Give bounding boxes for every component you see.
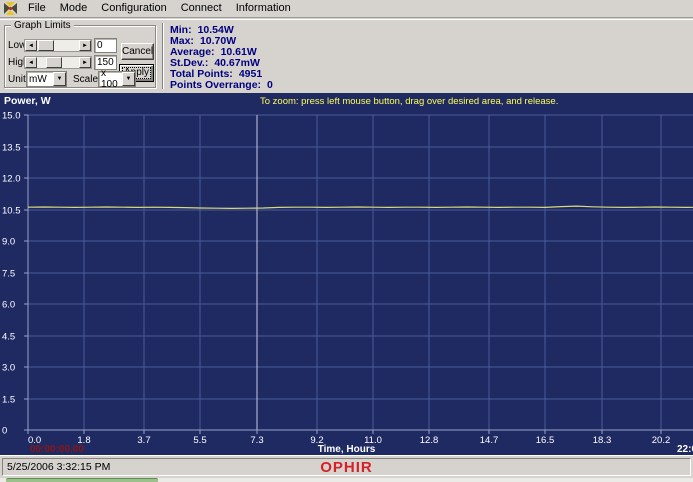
units-value: mW [27,74,53,85]
y-tick-label: 7.5 [2,269,15,280]
high-scroll-track[interactable] [37,57,79,68]
y-tick-label: 0 [2,426,7,437]
time-axis-row: 00:00:00.00 Time, Hours 22:0 [0,444,693,455]
scale-dropdown-arrow-icon[interactable]: ▼ [122,72,135,86]
menu-file[interactable]: File [21,0,53,17]
app-icon [4,2,17,15]
y-tick-label: 6.0 [2,300,15,311]
menu-configuration[interactable]: Configuration [94,0,173,17]
scale-value: x 100 [99,68,122,90]
high-scroll-thumb[interactable] [46,57,62,68]
application-window: File Mode Configuration Connect Informat… [0,0,693,482]
menu-mode[interactable]: Mode [53,0,95,17]
graph-limits-groupbox: Graph Limits Low ◄ ► 0 Cancel High ◄ ► 1… [4,25,156,88]
control-panel: Graph Limits Low ◄ ► 0 Cancel High ◄ ► 1… [0,19,693,93]
menu-information[interactable]: Information [229,0,298,17]
taskbar-window-button-edge [6,478,158,482]
end-time-label: 22:0 [677,444,693,455]
chart-x-axis-title: Time, Hours [0,444,693,455]
ophir-logo: OPHIR [3,459,690,476]
measurement-stats: Min:10.54W Max:10.70W Average:10.61W St.… [170,25,273,91]
y-tick-label: 12.0 [2,174,21,185]
cancel-button[interactable]: Cancel [121,43,154,60]
y-tick-label: 13.5 [2,143,21,154]
graph-limits-title: Graph Limits [11,20,74,31]
low-scroll-track[interactable] [37,40,79,51]
low-scrollbar[interactable]: ◄ ► [24,39,92,52]
y-tick-label: 3.0 [2,363,15,374]
y-tick-label: 15.0 [2,111,21,122]
menu-bar: File Mode Configuration Connect Informat… [0,0,693,18]
y-tick-label: 10.5 [2,206,21,217]
cancel-button-label: Cancel [122,46,153,57]
scale-dropdown[interactable]: x 100 ▼ [98,71,136,87]
low-scroll-thumb[interactable] [38,40,54,51]
power-data-line [28,206,693,208]
high-scroll-left-arrow-icon[interactable]: ◄ [25,57,37,68]
status-panel: 5/25/2006 3:32:15 PM OPHIR [2,458,691,476]
status-bar: 5/25/2006 3:32:15 PM OPHIR [0,455,693,477]
panel-separator [162,23,164,89]
low-scroll-left-arrow-icon[interactable]: ◄ [25,40,37,51]
menu-connect[interactable]: Connect [174,0,229,17]
high-scrollbar[interactable]: ◄ ► [24,56,92,69]
low-scroll-right-arrow-icon[interactable]: ► [79,40,91,51]
units-dropdown-arrow-icon[interactable]: ▼ [53,72,66,86]
chart-y-axis-title: Power, W [4,95,51,107]
y-tick-label: 4.5 [2,332,15,343]
high-scroll-right-arrow-icon[interactable]: ► [79,57,91,68]
y-tick-label: 9.0 [2,237,15,248]
stat-points-overrange: Points Overrange:0 [170,80,273,91]
taskbar-edge [0,478,693,482]
chart-area[interactable]: 15.013.512.010.59.07.56.04.53.01.500.01.… [0,93,693,455]
zoom-hint-text: To zoom: press left mouse button, drag o… [260,96,558,107]
y-tick-label: 1.5 [2,395,15,406]
chart-plot-svg: 15.013.512.010.59.07.56.04.53.01.500.01.… [0,93,693,455]
units-dropdown[interactable]: mW ▼ [26,71,67,87]
scale-label: Scale [73,74,98,85]
low-value-input[interactable]: 0 [94,38,117,53]
